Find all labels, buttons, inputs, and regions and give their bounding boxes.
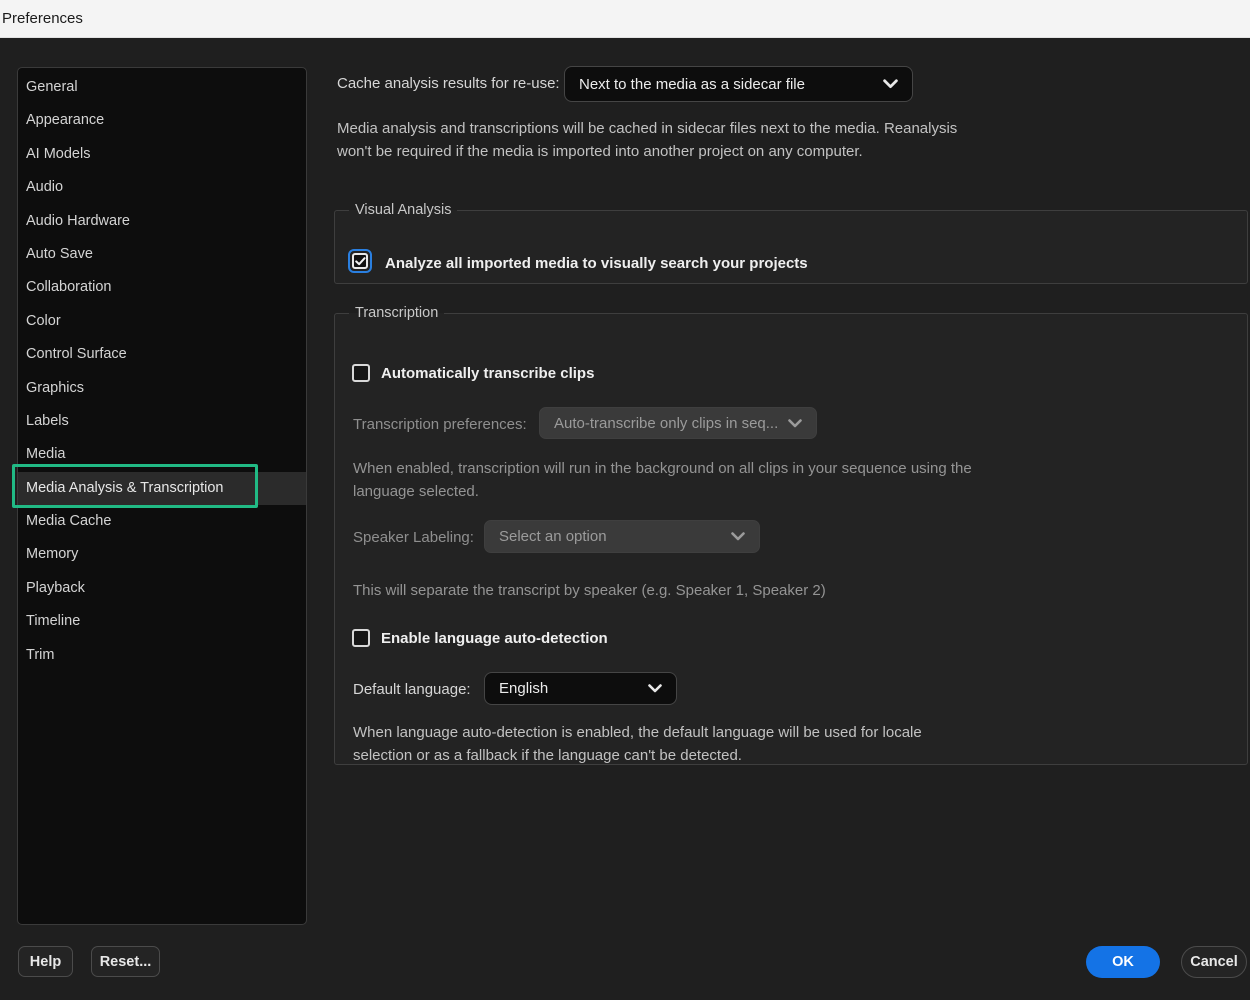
title-bar: Preferences bbox=[0, 0, 1250, 38]
help-button[interactable]: Help bbox=[18, 946, 73, 977]
sidebar-item-audio-hardware[interactable]: Audio Hardware bbox=[18, 205, 306, 238]
default-language-label: Default language: bbox=[353, 681, 471, 698]
sidebar-item-trim[interactable]: Trim bbox=[18, 639, 306, 672]
chevron-down-icon bbox=[648, 684, 662, 693]
checkbox-checked-icon bbox=[352, 253, 368, 269]
reset-button[interactable]: Reset... bbox=[91, 946, 160, 977]
sidebar-item-appearance[interactable]: Appearance bbox=[18, 104, 306, 137]
transcription-preferences-dropdown: Auto-transcribe only clips in seq... bbox=[539, 407, 817, 439]
chevron-down-icon bbox=[788, 418, 802, 428]
cancel-button[interactable]: Cancel bbox=[1181, 946, 1247, 978]
speaker-labeling-dropdown: Select an option bbox=[484, 520, 760, 553]
dialog-title: Preferences bbox=[2, 10, 83, 27]
language-autodetect-checkbox[interactable] bbox=[352, 629, 370, 647]
sidebar-item-control-surface[interactable]: Control Surface bbox=[18, 338, 306, 371]
analyze-media-checkbox[interactable] bbox=[348, 249, 372, 273]
sidebar-item-collaboration[interactable]: Collaboration bbox=[18, 271, 306, 304]
visual-analysis-group: Visual Analysis Analyze all imported med… bbox=[334, 202, 1248, 284]
ok-button[interactable]: OK bbox=[1086, 946, 1160, 978]
language-autodetect-checkbox-label: Enable language auto-detection bbox=[381, 630, 608, 647]
sidebar-item-auto-save[interactable]: Auto Save bbox=[18, 238, 306, 271]
transcription-group: Transcription Automatically transcribe c… bbox=[334, 305, 1248, 765]
sidebar-item-media-analysis-transcription[interactable]: Media Analysis & Transcription bbox=[18, 471, 306, 506]
speaker-labeling-label: Speaker Labeling: bbox=[353, 529, 474, 546]
sidebar-item-general[interactable]: General bbox=[18, 71, 306, 104]
sidebar-item-media-cache[interactable]: Media Cache bbox=[18, 505, 306, 538]
help-button-label: Help bbox=[29, 953, 62, 970]
reset-button-label: Reset... bbox=[99, 953, 152, 970]
chevron-down-icon bbox=[731, 532, 745, 541]
default-language-dropdown[interactable]: English bbox=[484, 672, 677, 705]
sidebar-item-labels[interactable]: Labels bbox=[18, 405, 306, 438]
cache-results-dropdown-value: Next to the media as a sidecar file bbox=[579, 75, 805, 93]
sidebar-item-timeline[interactable]: Timeline bbox=[18, 605, 306, 638]
sidebar-item-memory[interactable]: Memory bbox=[18, 538, 306, 571]
cancel-button-label: Cancel bbox=[1190, 954, 1238, 970]
cache-results-label: Cache analysis results for re-use: bbox=[337, 75, 560, 92]
category-list: General Appearance AI Models Audio Audio… bbox=[18, 71, 306, 672]
sidebar-item-playback[interactable]: Playback bbox=[18, 572, 306, 605]
transcription-preferences-label: Transcription preferences: bbox=[353, 416, 527, 433]
auto-transcribe-checkbox[interactable] bbox=[352, 364, 370, 382]
visual-analysis-legend: Visual Analysis bbox=[355, 202, 452, 218]
speaker-labeling-description: This will separate the transcript by spe… bbox=[353, 582, 826, 599]
default-language-description: When language auto-detection is enabled,… bbox=[353, 724, 922, 764]
cache-results-dropdown[interactable]: Next to the media as a sidecar file bbox=[564, 66, 913, 102]
speaker-labeling-dropdown-value: Select an option bbox=[499, 528, 607, 545]
auto-transcribe-checkbox-label: Automatically transcribe clips bbox=[381, 365, 595, 382]
transcription-preferences-description: When enabled, transcription will run in … bbox=[353, 460, 972, 500]
category-sidebar: General Appearance AI Models Audio Audio… bbox=[17, 67, 307, 925]
sidebar-item-graphics[interactable]: Graphics bbox=[18, 372, 306, 405]
sidebar-item-color[interactable]: Color bbox=[18, 305, 306, 338]
sidebar-item-media[interactable]: Media bbox=[18, 438, 306, 471]
sidebar-item-ai-models[interactable]: AI Models bbox=[18, 138, 306, 171]
transcription-legend: Transcription bbox=[355, 305, 439, 321]
sidebar-item-audio[interactable]: Audio bbox=[18, 171, 306, 204]
cache-description: Media analysis and transcriptions will b… bbox=[337, 120, 958, 160]
transcription-preferences-dropdown-value: Auto-transcribe only clips in seq... bbox=[554, 414, 778, 432]
ok-button-label: OK bbox=[1112, 954, 1134, 970]
default-language-dropdown-value: English bbox=[499, 680, 549, 697]
analyze-media-checkbox-label: Analyze all imported media to visually s… bbox=[385, 255, 808, 272]
preferences-dialog: Preferences General Appearance AI Models… bbox=[0, 0, 1250, 1000]
chevron-down-icon bbox=[883, 79, 898, 89]
